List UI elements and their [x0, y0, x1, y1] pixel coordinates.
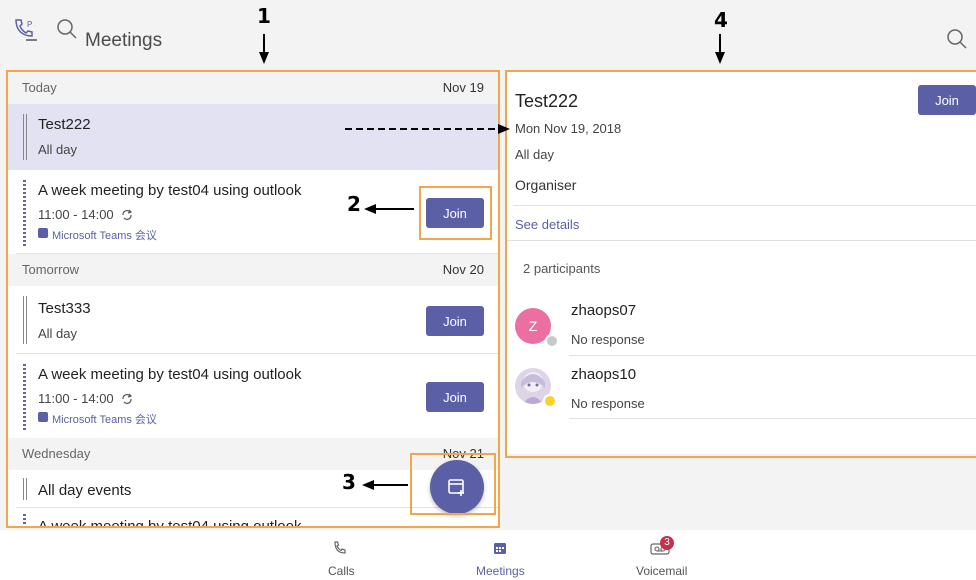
- nav-item-calls[interactable]: Calls: [310, 536, 370, 578]
- annotation-arrows: [259, 34, 725, 490]
- phone-icon: [332, 540, 348, 556]
- nav-label: Meetings: [476, 564, 525, 578]
- notification-badge: 3: [660, 536, 674, 550]
- nav-label: Calls: [328, 564, 355, 578]
- calendar-icon: [492, 540, 508, 556]
- nav-label: Voicemail: [636, 564, 688, 578]
- nav-item-meetings[interactable]: Meetings: [470, 536, 530, 578]
- nav-item-voicemail[interactable]: 3 Voicemail: [630, 536, 700, 578]
